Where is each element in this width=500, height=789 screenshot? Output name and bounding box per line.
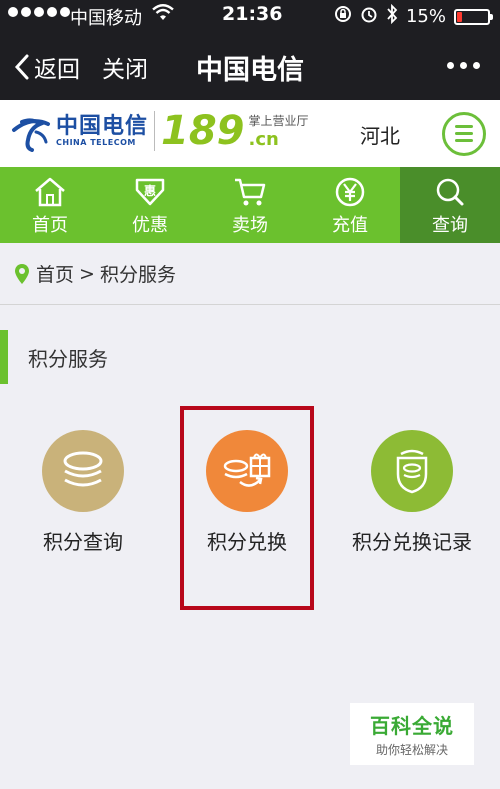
brand-number: 189 <box>161 108 245 154</box>
battery-percent: 15% <box>405 6 446 27</box>
page-title: 中国电信 <box>196 55 304 86</box>
bluetooth-icon <box>386 3 398 29</box>
region-selector[interactable]: 河北 <box>360 120 400 149</box>
discount-icon: 惠 <box>132 175 168 209</box>
breadcrumb-separator: > <box>79 262 95 285</box>
brand-tagline: 掌上营业厅 <box>248 114 309 128</box>
brand-header: 中国电信 CHINA TELECOM 189 掌上营业厅 .cn 河北 <box>0 100 500 167</box>
brand-name-cn: 中国电信 <box>56 113 149 139</box>
tab-label: 查询 <box>432 215 468 236</box>
cart-icon <box>232 175 268 209</box>
main-tab-bar: 首页 惠 优惠 卖场 充值 查询 <box>0 167 500 243</box>
tab-mall[interactable]: 卖场 <box>200 167 300 243</box>
brand-name-en: CHINA TELECOM <box>56 137 136 147</box>
more-options-icon[interactable] <box>447 62 480 69</box>
breadcrumb-home-link[interactable]: 首页 <box>36 260 74 287</box>
coins-stack-icon <box>42 430 124 512</box>
breadcrumb: 首页 > 积分服务 <box>0 243 500 305</box>
wifi-icon <box>152 4 174 27</box>
tab-label: 卖场 <box>232 215 268 236</box>
service-label: 积分查询 <box>43 530 123 554</box>
menu-button[interactable] <box>442 112 486 156</box>
section-accent-bar <box>0 330 8 384</box>
brand-domain: .cn <box>248 129 279 150</box>
breadcrumb-current: 积分服务 <box>99 264 176 286</box>
rotation-lock-icon <box>334 5 352 28</box>
points-query-button[interactable]: 积分查询 <box>3 430 163 555</box>
watermark-subtitle: 助你轻松解决 <box>375 743 448 757</box>
china-telecom-logo[interactable]: 中国电信 CHINA TELECOM 189 掌上营业厅 .cn <box>10 110 309 152</box>
location-pin-icon <box>15 263 29 284</box>
record-icon <box>371 430 453 512</box>
service-label: 积分兑换记录 <box>352 530 472 554</box>
watermark-title: 百科全说 <box>370 714 454 738</box>
section-header: 积分服务 <box>0 330 500 384</box>
tab-query[interactable]: 查询 <box>400 167 500 243</box>
tab-label: 优惠 <box>132 215 168 236</box>
highlight-box <box>180 406 314 610</box>
tab-recharge[interactable]: 充值 <box>300 167 400 243</box>
battery-icon <box>454 8 493 25</box>
alarm-icon <box>360 5 378 28</box>
tab-label: 充值 <box>332 215 368 236</box>
signal-strength-icon <box>8 7 70 17</box>
tab-home[interactable]: 首页 <box>0 167 100 243</box>
tab-label: 首页 <box>32 215 68 236</box>
carrier-name: 中国移动 <box>70 8 142 29</box>
clock: 21:36 <box>222 3 283 25</box>
yuan-icon <box>332 175 368 209</box>
watermark-badge: 百科全说 助你轻松解决 <box>350 703 474 765</box>
home-icon <box>32 175 68 209</box>
tab-discount[interactable]: 惠 优惠 <box>100 167 200 243</box>
navigation-bar: 返回 关闭 中国电信 <box>0 32 500 100</box>
search-icon <box>432 175 468 209</box>
svg-text:惠: 惠 <box>144 183 156 198</box>
telecom-emblem-icon <box>12 118 50 152</box>
status-bar: 中国移动 21:36 15% <box>0 0 500 32</box>
section-title: 积分服务 <box>28 346 108 371</box>
logo-divider <box>154 111 156 151</box>
exchange-record-button[interactable]: 积分兑换记录 <box>332 430 492 555</box>
